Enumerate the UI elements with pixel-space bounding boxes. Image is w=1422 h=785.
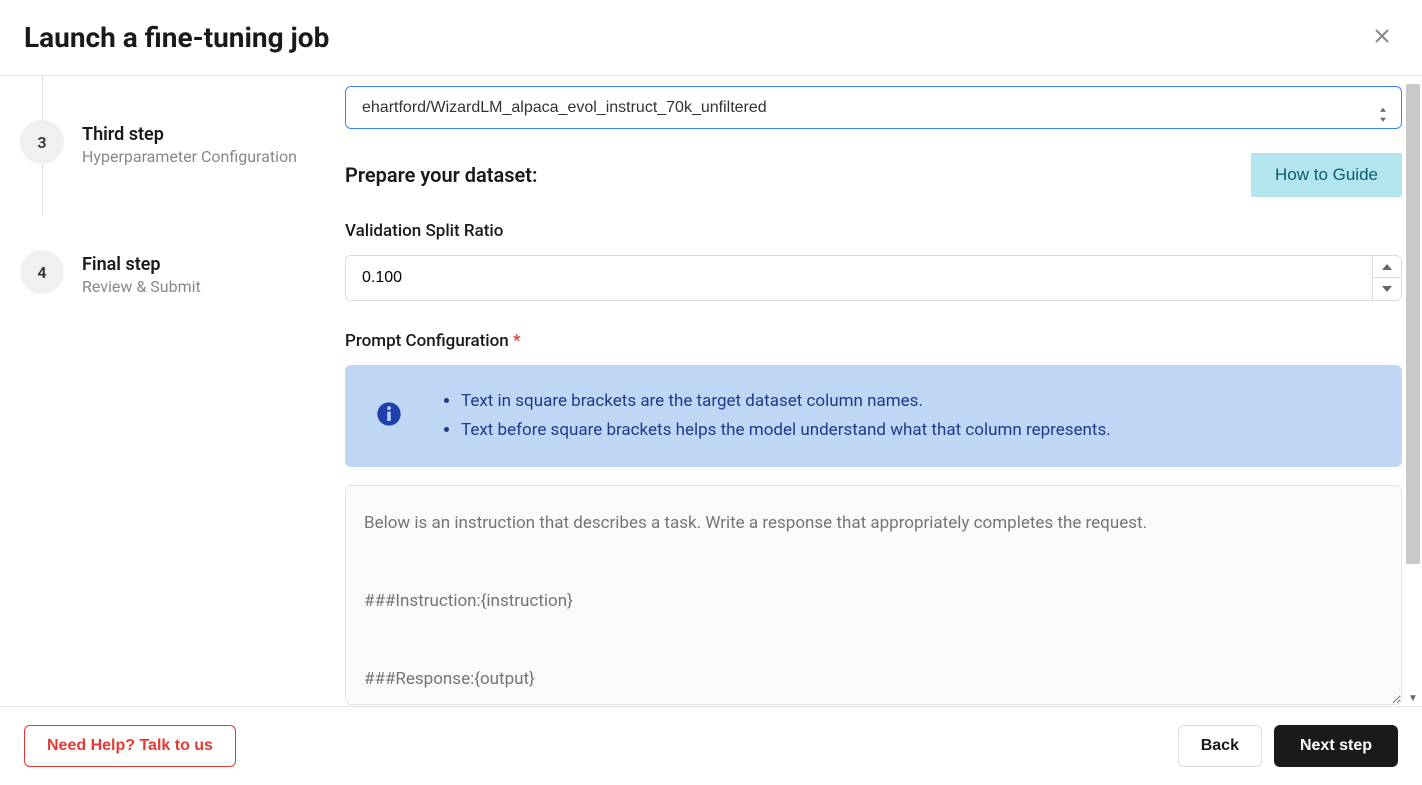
required-asterisk: * <box>509 331 521 351</box>
close-button[interactable] <box>1366 20 1398 55</box>
close-icon <box>1370 24 1394 48</box>
step-item-3: 3 Third step Hyperparameter Configuratio… <box>20 86 320 216</box>
scrollbar-thumb[interactable] <box>1406 84 1420 564</box>
step-number-badge: 3 <box>20 120 64 164</box>
info-list: Text in square brackets are the target d… <box>443 387 1111 445</box>
page-title: Launch a fine-tuning job <box>24 21 329 54</box>
need-help-button[interactable]: Need Help? Talk to us <box>24 725 236 767</box>
prompt-config-label: Prompt Configuration * <box>345 331 1402 351</box>
step-title: Third step <box>82 124 297 145</box>
step-item-4: 4 Final step Review & Submit <box>20 216 320 346</box>
content-wrapper: 3 Third step Hyperparameter Configuratio… <box>0 76 1422 716</box>
validation-split-input-wrapper <box>345 255 1402 301</box>
footer: Need Help? Talk to us Back Next step <box>0 706 1422 785</box>
steps-sidebar: 3 Third step Hyperparameter Configuratio… <box>0 76 340 716</box>
spinner-up-button[interactable] <box>1373 256 1401 278</box>
validation-split-label: Validation Split Ratio <box>345 221 1402 241</box>
validation-split-input[interactable] <box>346 256 1372 300</box>
step-content: Third step Hyperparameter Configuration <box>82 86 297 166</box>
step-number-badge: 4 <box>20 250 64 294</box>
footer-actions: Back Next step <box>1178 725 1398 767</box>
back-button[interactable]: Back <box>1178 725 1262 767</box>
spinner-down-button[interactable] <box>1373 278 1401 300</box>
scrollbar-down-arrow[interactable]: ▼ <box>1406 691 1420 705</box>
page-header: Launch a fine-tuning job <box>0 0 1422 76</box>
info-list-item: Text before square brackets helps the mo… <box>461 416 1111 445</box>
info-list-item: Text in square brackets are the target d… <box>461 387 1111 416</box>
info-icon <box>375 400 403 432</box>
prompt-config-label-text: Prompt Configuration <box>345 331 509 351</box>
step-connector-top <box>42 76 43 120</box>
step-title: Final step <box>82 254 201 275</box>
prepare-title: Prepare your dataset: <box>345 163 537 187</box>
prompt-config-textarea[interactable] <box>345 485 1402 705</box>
next-step-button[interactable]: Next step <box>1274 725 1398 767</box>
step-subtitle: Review & Submit <box>82 277 201 296</box>
number-spinner <box>1372 256 1401 300</box>
dataset-select[interactable]: ehartford/WizardLM_alpaca_evol_instruct_… <box>345 86 1402 129</box>
step-content: Final step Review & Submit <box>82 216 201 296</box>
how-to-guide-button[interactable]: How to Guide <box>1251 153 1402 197</box>
scrollbar-track[interactable] <box>1406 84 1420 707</box>
info-box: Text in square brackets are the target d… <box>345 365 1402 467</box>
chevron-up-icon <box>1382 264 1392 270</box>
prepare-section-header: Prepare your dataset: How to Guide <box>345 153 1402 197</box>
chevron-down-icon <box>1382 286 1392 292</box>
dataset-select-wrapper: ehartford/WizardLM_alpaca_evol_instruct_… <box>345 86 1402 153</box>
main-content: ehartford/WizardLM_alpaca_evol_instruct_… <box>340 76 1422 716</box>
step-subtitle: Hyperparameter Configuration <box>82 147 297 166</box>
